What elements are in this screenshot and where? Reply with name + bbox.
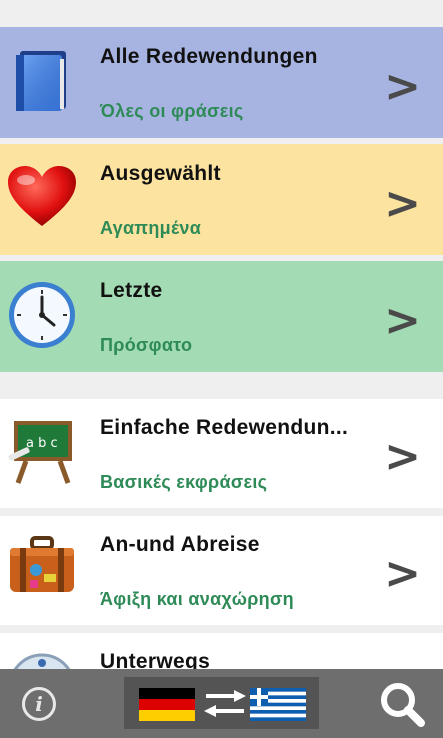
- heart-icon: [8, 166, 76, 226]
- category-subtitle: Άφιξη και αναχώρηση: [100, 589, 294, 609]
- suitcase-icon: [10, 536, 74, 592]
- menu-item-favorites[interactable]: Ausgewählt Αγαπημένα >: [0, 144, 443, 255]
- chevron-right-icon: >: [384, 61, 421, 112]
- clock-icon: [9, 282, 75, 348]
- phrase-category-list: Alle Redewendungen Όλες οι φράσεις > Aus…: [0, 0, 443, 669]
- chalkboard-icon: a b c: [8, 421, 72, 484]
- chevron-right-icon: >: [384, 295, 421, 346]
- compass-icon: [13, 653, 71, 669]
- category-on-the-way[interactable]: Unterwegs: [0, 633, 443, 669]
- german-greek-flags-swap-icon: [139, 688, 306, 721]
- language-switch-button[interactable]: [124, 677, 319, 729]
- menu-item-title: Letzte: [100, 279, 163, 302]
- menu-item-title: Ausgewählt: [100, 162, 221, 185]
- menu-item-subtitle: Πρόσφατο: [100, 335, 193, 355]
- menu-item-recent[interactable]: Letzte Πρόσφατο >: [0, 261, 443, 372]
- search-icon: [381, 683, 425, 727]
- info-icon[interactable]: i: [22, 687, 56, 721]
- category-title: An-und Abreise: [100, 533, 260, 556]
- category-subtitle: Βασικές εκφράσεις: [100, 472, 268, 492]
- chevron-right-icon: >: [384, 431, 421, 482]
- category-title: Einfache Redewendun...: [100, 416, 349, 439]
- svg-text:a b c: a b c: [26, 436, 58, 451]
- category-arrival-departure[interactable]: An-und Abreise Άφιξη και αναχώρηση >: [0, 516, 443, 625]
- category-title: Unterwegs: [100, 650, 211, 669]
- menu-item-all-phrases[interactable]: Alle Redewendungen Όλες οι φράσεις >: [0, 27, 443, 138]
- menu-item-title: Alle Redewendungen: [100, 45, 318, 68]
- chevron-right-icon: >: [384, 178, 421, 229]
- category-basic-phrases[interactable]: a b c Einfache Redewendun... Βασικές εκφ…: [0, 399, 443, 508]
- book-icon: [16, 51, 66, 111]
- search-button[interactable]: [378, 680, 426, 728]
- chevron-right-icon: >: [384, 548, 421, 599]
- menu-item-subtitle: Όλες οι φράσεις: [100, 101, 244, 121]
- menu-item-subtitle: Αγαπημένα: [100, 218, 202, 238]
